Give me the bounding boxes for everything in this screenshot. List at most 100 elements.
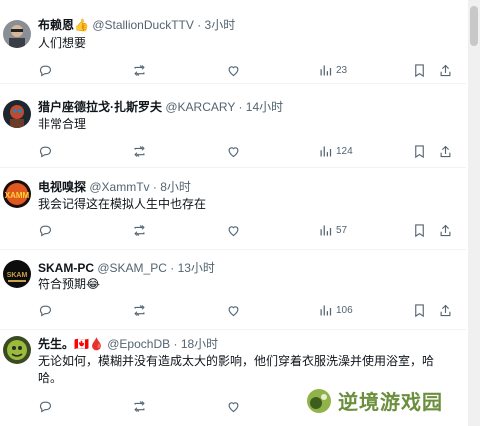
reply-text: 非常合理 — [38, 117, 87, 131]
reply-icon — [39, 401, 52, 412]
share-button[interactable] — [438, 142, 453, 160]
verified-badge: 👍 — [74, 18, 89, 32]
avatar[interactable] — [3, 100, 31, 128]
action-bar: 106 — [38, 301, 458, 319]
verified-badge: 🇨🇦🩸 — [74, 337, 104, 351]
reply-icon — [39, 65, 52, 76]
views-button[interactable]: 106 — [318, 301, 353, 319]
timestamp[interactable]: 3小时 — [205, 18, 236, 32]
reply-icon — [39, 146, 52, 157]
heart-icon — [228, 225, 239, 236]
like-button[interactable] — [226, 301, 241, 319]
bookmark-button[interactable] — [412, 301, 427, 319]
repost-button[interactable] — [132, 61, 147, 79]
views-chart-icon — [320, 225, 332, 235]
views-chart-icon — [320, 305, 332, 315]
separator: · — [238, 100, 243, 114]
avatar[interactable]: SKAM — [3, 260, 31, 288]
reply-icon — [39, 305, 52, 316]
separator: · — [152, 180, 157, 194]
repost-icon — [134, 145, 145, 157]
reply-button[interactable] — [38, 142, 53, 160]
like-button[interactable] — [226, 61, 241, 79]
separator: · — [173, 337, 178, 351]
reply-item[interactable]: XAMM 电视嗅探 @XammTv · 8小时 我会记得这在模拟人生中也存在 5… — [0, 168, 466, 250]
bookmark-icon — [415, 303, 424, 317]
timestamp[interactable]: 8小时 — [160, 180, 191, 194]
display-name[interactable]: 先生。 — [38, 337, 74, 351]
user-handle[interactable]: @KARCARY — [165, 100, 235, 114]
repost-button[interactable] — [132, 301, 147, 319]
views-button[interactable]: 23 — [318, 61, 347, 79]
bookmark-button[interactable] — [412, 61, 427, 79]
repost-button[interactable] — [132, 397, 147, 415]
watermark-logo-icon — [307, 388, 331, 413]
action-bar: 23 — [38, 61, 458, 79]
repost-icon — [134, 400, 145, 412]
watermark-text: 逆境游戏园 — [338, 392, 443, 414]
timestamp[interactable]: 14小时 — [246, 100, 283, 114]
avatar[interactable] — [3, 336, 31, 364]
reply-item[interactable]: 布赖恩👍 @StallionDuckTTV · 3小时 人们想要 23 — [0, 0, 466, 84]
like-button[interactable] — [226, 397, 241, 415]
views-chart-icon — [320, 65, 332, 75]
action-bar: 124 — [38, 142, 458, 160]
share-icon — [440, 224, 451, 236]
views-chart-icon — [320, 146, 332, 156]
reply-item[interactable]: 猎户座德拉戈·扎斯罗夫 @KARCARY · 14小时 非常合理 124 — [0, 84, 466, 168]
user-handle[interactable]: @XammTv — [89, 180, 149, 194]
separator: · — [197, 18, 202, 32]
bookmark-button[interactable] — [412, 142, 427, 160]
watermark: 逆境游戏园 — [306, 386, 443, 415]
share-icon — [440, 64, 451, 76]
display-name[interactable]: 猎户座德拉戈·扎斯罗夫 — [38, 100, 162, 114]
reply-text: 无论如何，模糊并没有造成太大的影响，他们穿着衣服洗澡并使用浴室，哈哈。 — [38, 354, 435, 385]
like-button[interactable] — [226, 142, 241, 160]
repost-icon — [134, 224, 145, 236]
display-name[interactable]: 布赖恩 — [38, 18, 74, 32]
share-button[interactable] — [438, 61, 453, 79]
display-name[interactable]: 电视嗅探 — [38, 180, 86, 194]
heart-icon — [228, 65, 239, 76]
user-handle[interactable]: @SKAM_PC — [97, 261, 167, 275]
repost-icon — [134, 304, 145, 316]
separator: · — [170, 261, 175, 275]
repost-button[interactable] — [132, 221, 147, 239]
timestamp[interactable]: 13小时 — [178, 261, 215, 275]
share-button[interactable] — [438, 301, 453, 319]
timestamp[interactable]: 18小时 — [181, 337, 218, 351]
scrollbar-thumb[interactable] — [470, 6, 478, 46]
avatar[interactable] — [3, 20, 31, 48]
bookmark-button[interactable] — [412, 221, 427, 239]
reply-item[interactable]: SKAM SKAM-PC @SKAM_PC · 13小时 符合预期😂 106 — [0, 250, 466, 330]
user-handle[interactable]: @EpochDB — [107, 337, 170, 351]
reply-button[interactable] — [38, 397, 53, 415]
like-button[interactable] — [226, 221, 241, 239]
bookmark-icon — [415, 144, 424, 158]
reply-button[interactable] — [38, 301, 53, 319]
heart-icon — [228, 146, 239, 157]
svg-text:SKAM: SKAM — [7, 272, 28, 279]
scrollbar[interactable] — [468, 0, 480, 426]
display-name[interactable]: SKAM-PC — [38, 261, 94, 275]
reply-button[interactable] — [38, 61, 53, 79]
heart-icon — [228, 305, 239, 316]
views-count: 57 — [336, 224, 348, 236]
user-handle[interactable]: @StallionDuckTTV — [92, 18, 194, 32]
share-icon — [440, 145, 451, 157]
svg-text:XAMM: XAMM — [5, 191, 30, 200]
views-button[interactable]: 124 — [318, 142, 353, 160]
reply-text: 我会记得这在模拟人生中也存在 — [38, 197, 207, 211]
bookmark-icon — [415, 63, 424, 77]
views-count: 124 — [336, 145, 353, 157]
repost-button[interactable] — [132, 142, 147, 160]
reply-button[interactable] — [38, 221, 53, 239]
share-button[interactable] — [438, 221, 453, 239]
views-count: 106 — [336, 304, 353, 316]
repost-icon — [134, 64, 145, 76]
action-bar: 57 — [38, 221, 458, 239]
views-button[interactable]: 57 — [318, 221, 347, 239]
avatar[interactable]: XAMM — [3, 180, 31, 208]
share-icon — [440, 304, 451, 316]
reply-text: 人们想要 — [38, 36, 87, 50]
